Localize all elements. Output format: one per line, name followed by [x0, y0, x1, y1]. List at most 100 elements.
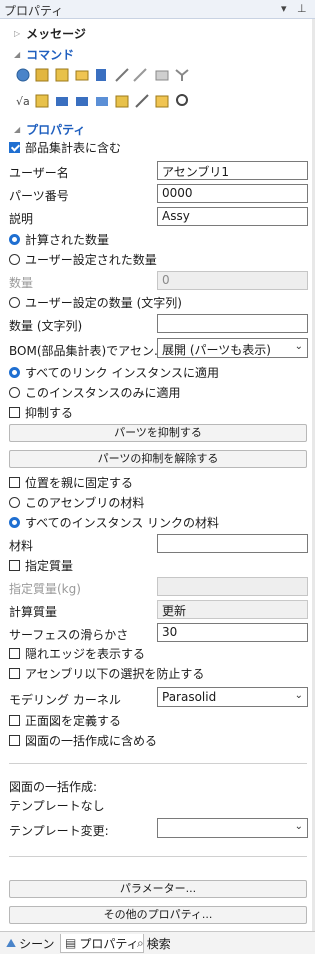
include-bom-checkbox[interactable] — [9, 142, 20, 153]
properties-icon: ▤ — [65, 936, 77, 950]
part-number-label: パーツ番号 — [9, 189, 69, 203]
prevent-select-checkbox-row[interactable]: アセンブリ以下の選択を防止する — [9, 665, 204, 682]
fix-to-parent-checkbox-row[interactable]: 位置を親に固定する — [9, 474, 133, 491]
scene-icon: ⛰ — [6, 936, 17, 950]
svg-text:√a: √a — [16, 95, 30, 108]
pin-icon[interactable]: ⊥ — [297, 2, 307, 15]
user-qty-string-radio-row[interactable]: ユーザー設定の数量 (文字列) — [9, 294, 182, 311]
surface-smoothness-input[interactable]: 30 — [157, 623, 308, 642]
suppress-checkbox[interactable] — [9, 407, 20, 418]
commands-label: コマンド — [26, 48, 75, 62]
this-asm-material-radio[interactable] — [9, 497, 20, 508]
apply-all-links-radio[interactable] — [9, 367, 20, 378]
user-name-label: ユーザー名 — [9, 166, 69, 180]
material-input[interactable] — [157, 534, 308, 553]
messages-label: メッセージ — [26, 27, 86, 41]
change-template-select[interactable]: ⌄ — [157, 818, 308, 838]
all-links-material-label: すべてのインスタンス リンクの材料 — [25, 516, 220, 530]
dropdown-icon[interactable]: ▾ — [281, 2, 287, 15]
calc-qty-radio-row[interactable]: 計算された数量 — [9, 231, 109, 248]
suppress-checkbox-row[interactable]: 抑制する — [9, 404, 73, 421]
apply-all-links-radio-row[interactable]: すべてのリンク インスタンスに適用 — [9, 364, 219, 381]
chevron-down-icon: ⌄ — [294, 690, 303, 701]
surface-smoothness-label: サーフェスの滑らかさ — [9, 628, 129, 642]
user-qty-string-radio[interactable] — [9, 297, 20, 308]
tab-properties[interactable]: ▤ プロパティ — [60, 934, 144, 953]
specified-mass-input[interactable] — [157, 577, 308, 596]
messages-section[interactable]: ▷ メッセージ — [14, 25, 86, 42]
divider — [9, 856, 307, 857]
suppress-label: 抑制する — [25, 406, 74, 420]
part-number-input[interactable]: 0000 — [157, 184, 308, 203]
tab-search-label: 検索 — [146, 937, 171, 951]
parameters-button[interactable]: パラメーター... — [9, 880, 307, 898]
all-links-material-radio-row[interactable]: すべてのインスタンス リンクの材料 — [9, 514, 219, 531]
collapse-icon: ◢ — [14, 50, 21, 59]
include-batch-checkbox-row[interactable]: 図面の一括作成に含める — [9, 732, 157, 749]
user-qty-label: ユーザー設定された数量 — [25, 253, 157, 267]
bom-display-value: 展開 (パーツも表示) — [162, 343, 271, 357]
user-name-input[interactable]: アセンブリ1 — [157, 161, 308, 180]
include-batch-label: 図面の一括作成に含める — [25, 734, 158, 748]
expand-icon: ▷ — [14, 29, 21, 38]
show-hidden-edges-checkbox-row[interactable]: 隠れエッジを表示する — [9, 645, 145, 662]
modeling-kernel-label: モデリング カーネル — [9, 693, 121, 707]
qty-string-input[interactable] — [157, 314, 308, 333]
properties-label: プロパティ — [26, 123, 86, 137]
quantity-input[interactable]: 0 — [157, 271, 308, 290]
all-links-material-radio[interactable] — [9, 517, 20, 528]
tab-scene[interactable]: ⛰ シーン — [6, 934, 55, 953]
command-icons-row-2: √a — [16, 93, 216, 109]
panel-title: プロパティ — [4, 4, 64, 18]
command-icons-row-1 — [16, 67, 216, 83]
commands-section[interactable]: ◢ コマンド — [14, 46, 74, 63]
apply-this-label: このインスタンスのみに適用 — [25, 386, 181, 400]
tab-search[interactable]: ⌕ 検索 — [137, 934, 171, 953]
material-label: 材料 — [9, 539, 34, 553]
define-front-label: 正面図を定義する — [25, 714, 122, 728]
properties-section[interactable]: ◢ プロパティ — [14, 121, 85, 138]
apply-this-radio-row[interactable]: このインスタンスのみに適用 — [9, 384, 181, 401]
divider — [9, 763, 307, 764]
user-qty-string-label: ユーザー設定の数量 (文字列) — [25, 296, 182, 310]
command-icons-row-1-svg — [16, 68, 189, 82]
include-bom-checkbox-row[interactable]: 部品集計表に含む — [9, 139, 121, 156]
description-label: 説明 — [9, 212, 34, 226]
fix-to-parent-checkbox[interactable] — [9, 477, 20, 488]
define-front-checkbox-row[interactable]: 正面図を定義する — [9, 712, 121, 729]
specified-mass-checkbox-row[interactable]: 指定質量 — [9, 557, 73, 574]
panel-titlebar: プロパティ ▾ ⊥ — [0, 0, 315, 19]
tab-properties-label: プロパティ — [79, 936, 139, 951]
apply-all-links-label: すべてのリンク インスタンスに適用 — [25, 366, 220, 380]
include-batch-checkbox[interactable] — [9, 735, 20, 746]
prevent-select-checkbox[interactable] — [9, 668, 20, 679]
prevent-select-label: アセンブリ以下の選択を防止する — [25, 667, 205, 681]
calc-mass-label: 計算質量 — [9, 605, 58, 619]
apply-this-radio[interactable] — [9, 387, 20, 398]
specified-mass-kg-label: 指定質量(kg) — [9, 582, 81, 596]
specified-mass-label: 指定質量 — [25, 559, 74, 573]
user-qty-radio-row[interactable]: ユーザー設定された数量 — [9, 251, 157, 268]
bom-display-select[interactable]: 展開 (パーツも表示) ⌄ — [157, 338, 308, 358]
show-hidden-edges-checkbox[interactable] — [9, 648, 20, 659]
quantity-label: 数量 — [9, 276, 34, 290]
other-properties-button[interactable]: その他のプロパティ... — [9, 906, 307, 924]
tab-scene-label: シーン — [19, 937, 55, 951]
chevron-down-icon: ⌄ — [294, 341, 303, 352]
this-asm-material-label: このアセンブリの材料 — [25, 496, 145, 510]
specified-mass-checkbox[interactable] — [9, 560, 20, 571]
user-qty-radio[interactable] — [9, 254, 20, 265]
description-input[interactable]: Assy — [157, 207, 308, 226]
suppress-parts-button[interactable]: パーツを抑制する — [9, 424, 307, 442]
this-asm-material-radio-row[interactable]: このアセンブリの材料 — [9, 494, 144, 511]
bom-display-label: BOM(部品集計表)でアセン... — [9, 344, 166, 358]
define-front-checkbox[interactable] — [9, 715, 20, 726]
calc-qty-radio[interactable] — [9, 234, 20, 245]
batch-title: 図面の一括作成: — [9, 780, 98, 794]
scrollbar-track[interactable] — [312, 19, 315, 931]
unsuppress-parts-button[interactable]: パーツの抑制を解除する — [9, 450, 307, 468]
change-template-label: テンプレート変更: — [9, 824, 109, 838]
calc-mass-field[interactable]: 更新 — [157, 600, 308, 619]
modeling-kernel-value: Parasolid — [162, 690, 217, 704]
modeling-kernel-select[interactable]: Parasolid ⌄ — [157, 687, 308, 707]
